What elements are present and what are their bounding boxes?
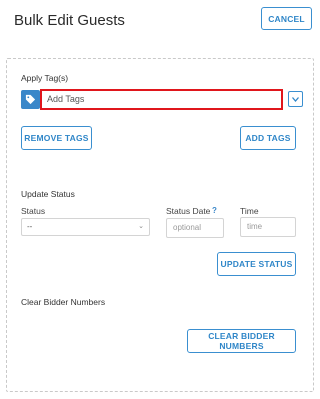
time-label: Time <box>240 206 259 216</box>
tag-icon <box>21 90 40 109</box>
add-tags-input[interactable]: Add Tags <box>40 89 283 110</box>
help-icon[interactable]: ? <box>212 206 217 215</box>
update-status-button[interactable]: UPDATE STATUS <box>217 252 296 276</box>
remove-tags-button[interactable]: REMOVE TAGS <box>21 126 92 150</box>
apply-tags-label: Apply Tag(s) <box>21 73 69 83</box>
update-status-label: Update Status <box>21 189 75 199</box>
modal-title: Bulk Edit Guests <box>14 12 125 29</box>
chevron-down-icon: ⌄ <box>138 223 144 230</box>
clear-bidder-label: Clear Bidder Numbers <box>21 297 106 307</box>
status-date-input[interactable]: optional <box>166 218 224 238</box>
status-select-value: -- <box>27 222 33 231</box>
chevron-down-icon <box>292 96 299 102</box>
status-select[interactable]: -- ⌄ <box>21 218 150 236</box>
status-label: Status <box>21 206 46 216</box>
clear-bidder-numbers-button[interactable]: CLEAR BIDDER NUMBERS <box>187 329 296 353</box>
status-date-label: Status Date <box>166 206 211 216</box>
time-input[interactable]: time <box>240 217 296 237</box>
add-tags-button[interactable]: ADD TAGS <box>240 126 296 150</box>
modal-header: Bulk Edit Guests CANCEL <box>0 0 320 42</box>
tag-dropdown-button[interactable] <box>288 91 303 107</box>
cancel-button[interactable]: CANCEL <box>261 7 312 30</box>
